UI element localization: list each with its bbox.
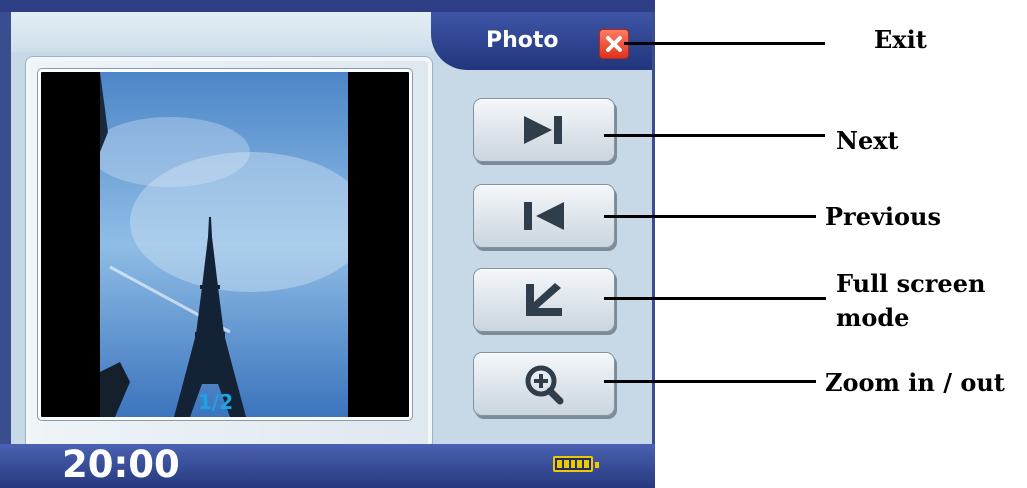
fullscreen-label-line1: Full screen <box>836 269 986 298</box>
photo-counter: 1/2 <box>198 390 234 414</box>
clock: 20:00 <box>62 443 180 486</box>
exit-label: Exit <box>874 25 927 54</box>
photo-viewer[interactable]: 1/2 <box>38 69 412 420</box>
status-bar: 20:00 <box>0 443 655 488</box>
battery-tip <box>595 462 599 468</box>
zoom-label: Zoom in / out <box>825 368 1005 397</box>
exit-callout-line <box>624 42 825 45</box>
battery-cell <box>557 460 562 468</box>
photo-image <box>100 72 348 417</box>
zoom-in-icon <box>525 365 564 405</box>
next-label: Next <box>836 126 899 155</box>
previous-label: Previous <box>825 202 941 231</box>
screen: Photo 1/2 <box>11 12 652 450</box>
battery-cell <box>570 460 576 468</box>
next-callout-line <box>604 134 825 137</box>
battery-icon <box>553 456 593 472</box>
fullscreen-arrow-icon <box>526 283 562 316</box>
skip-previous-icon <box>524 202 564 230</box>
battery-cell <box>584 460 589 468</box>
header-background <box>11 12 451 52</box>
previous-button[interactable] <box>473 184 615 248</box>
fullscreen-label-line2: mode <box>836 303 910 332</box>
close-icon <box>606 36 622 52</box>
photo-panel: 1/2 <box>25 56 433 450</box>
next-button[interactable] <box>473 98 615 162</box>
device-top-strip <box>0 0 655 12</box>
skip-next-icon <box>524 116 562 144</box>
previous-callout-line <box>604 215 816 218</box>
device-frame: Photo 1/2 20:00 <box>0 0 655 488</box>
zoom-callout-line <box>604 380 816 383</box>
battery-cell <box>563 460 569 468</box>
fullscreen-button[interactable] <box>473 268 615 332</box>
battery-cell <box>577 460 583 468</box>
zoom-button[interactable] <box>473 352 615 416</box>
page-title: Photo <box>486 28 559 53</box>
fullscreen-callout-line <box>604 297 826 300</box>
